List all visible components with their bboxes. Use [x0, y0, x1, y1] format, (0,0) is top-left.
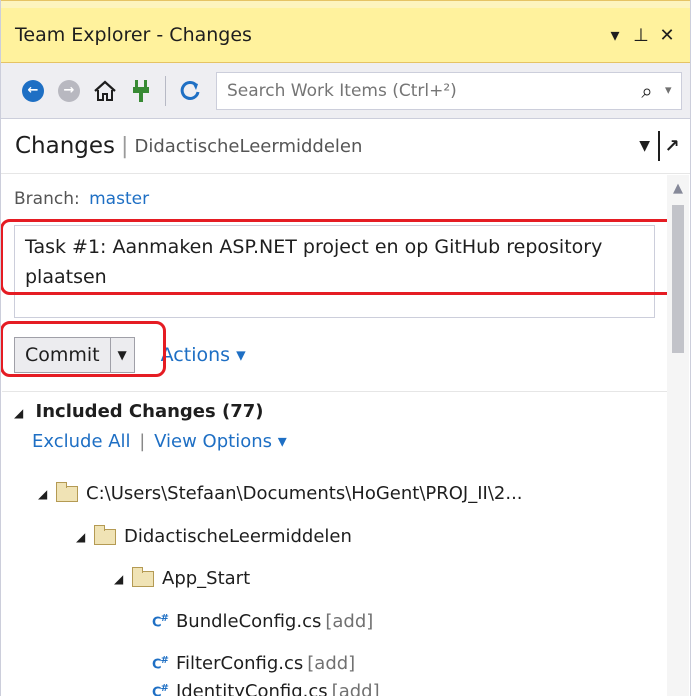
branch-info: Branch: master: [14, 189, 149, 209]
page-title-separator: |: [121, 133, 129, 159]
page-dropdown-icon[interactable]: ▼: [639, 138, 650, 154]
scroll-up-icon[interactable]: ▲: [667, 175, 689, 201]
home-icon: [94, 80, 116, 101]
folder-icon: [56, 481, 78, 502]
tree-project-name: DidactischeLeermiddelen: [124, 526, 352, 547]
search-dropdown-icon[interactable]: ▾: [665, 83, 681, 98]
window-title: Team Explorer - Changes: [15, 24, 252, 46]
tree-folder-name: App_Start: [162, 568, 251, 589]
branch-link[interactable]: master: [89, 189, 149, 209]
undock-icon[interactable]: ↗: [658, 131, 684, 161]
exclude-all-link[interactable]: Exclude All: [32, 431, 131, 452]
file-name: BundleConfig.cs: [175, 611, 322, 632]
actions-menu[interactable]: Actions ▾: [161, 344, 246, 366]
folder-icon: [132, 566, 154, 587]
file-status: [add]: [325, 611, 374, 632]
search-input[interactable]: [217, 72, 629, 109]
refresh-icon: [180, 80, 200, 100]
tree-file-row[interactable]: C# IdentityConfig.cs [add]: [152, 681, 380, 696]
repository-name: DidactischeLeermiddelen: [134, 135, 363, 157]
view-options-link[interactable]: View Options ▾: [154, 431, 287, 452]
highlight-commit: [1, 321, 166, 377]
expand-icon: ◢: [38, 486, 48, 501]
included-changes-header[interactable]: ◢ Included Changes (77): [14, 401, 264, 422]
included-changes-title: Included Changes (77): [35, 401, 264, 422]
tree-root-path: C:\Users\Stefaan\Documents\HoGent\PROJ_I…: [86, 483, 523, 504]
collapse-icon: ◢: [14, 406, 24, 420]
close-icon[interactable]: ✕: [654, 25, 680, 46]
vertical-scrollbar[interactable]: ▲: [667, 175, 689, 696]
changes-content: Branch: master Task #1: Aanmaken ASP.NET…: [1, 175, 679, 696]
window-menu-icon[interactable]: ▾: [602, 25, 628, 46]
folder-icon: [94, 524, 116, 545]
expand-icon: ◢: [76, 529, 86, 544]
title-bar: Team Explorer - Changes ▾ ⊥ ✕: [1, 8, 690, 63]
toolbar-separator: [165, 75, 166, 106]
forward-button[interactable]: →: [51, 71, 87, 111]
file-status: [add]: [307, 653, 356, 674]
search-icon[interactable]: ⌕: [629, 79, 665, 103]
connect-button[interactable]: [123, 71, 159, 111]
pin-icon[interactable]: ⊥: [628, 25, 654, 46]
tree-project-row[interactable]: ◢ DidactischeLeermiddelen: [76, 524, 352, 547]
back-icon: ←: [22, 79, 44, 102]
connect-icon: [133, 79, 149, 102]
tree-root-row[interactable]: ◢ C:\Users\Stefaan\Documents\HoGent\PROJ…: [38, 481, 523, 504]
file-name: IdentityConfig.cs: [175, 681, 328, 696]
highlight-message: [1, 219, 679, 295]
toolbar: ← → ⌕: [1, 63, 690, 119]
home-button[interactable]: [87, 71, 123, 111]
page-header: Changes | DidactischeLeermiddelen ▼ ↗: [1, 119, 690, 174]
file-name: FilterConfig.cs: [175, 653, 304, 674]
tree-file-row[interactable]: C# BundleConfig.cs [add]: [152, 611, 373, 632]
tree-folder-row[interactable]: ◢ App_Start: [114, 566, 251, 589]
expand-icon: ◢: [114, 571, 124, 586]
section-divider: [2, 391, 667, 392]
csharp-file-icon: C#: [152, 612, 169, 631]
link-separator: |: [139, 431, 146, 452]
search-box: ⌕ ▾: [216, 71, 682, 110]
page-title[interactable]: Changes: [15, 133, 115, 159]
csharp-file-icon: C#: [152, 654, 169, 673]
forward-icon: →: [58, 79, 80, 102]
changes-panel: Branch: master Task #1: Aanmaken ASP.NET…: [1, 175, 689, 696]
branch-label: Branch:: [14, 189, 80, 209]
scrollbar-thumb[interactable]: [672, 205, 684, 353]
tree-file-row[interactable]: C# FilterConfig.cs [add]: [152, 653, 355, 674]
window-top-edge: [1, 0, 690, 8]
csharp-file-icon: C#: [152, 682, 169, 696]
included-links: Exclude All | View Options ▾: [32, 431, 287, 452]
back-button[interactable]: ←: [15, 71, 51, 111]
refresh-button[interactable]: [172, 71, 208, 111]
file-status: [add]: [331, 681, 380, 696]
team-explorer-window: Team Explorer - Changes ▾ ⊥ ✕ ← → Search…: [0, 0, 691, 696]
